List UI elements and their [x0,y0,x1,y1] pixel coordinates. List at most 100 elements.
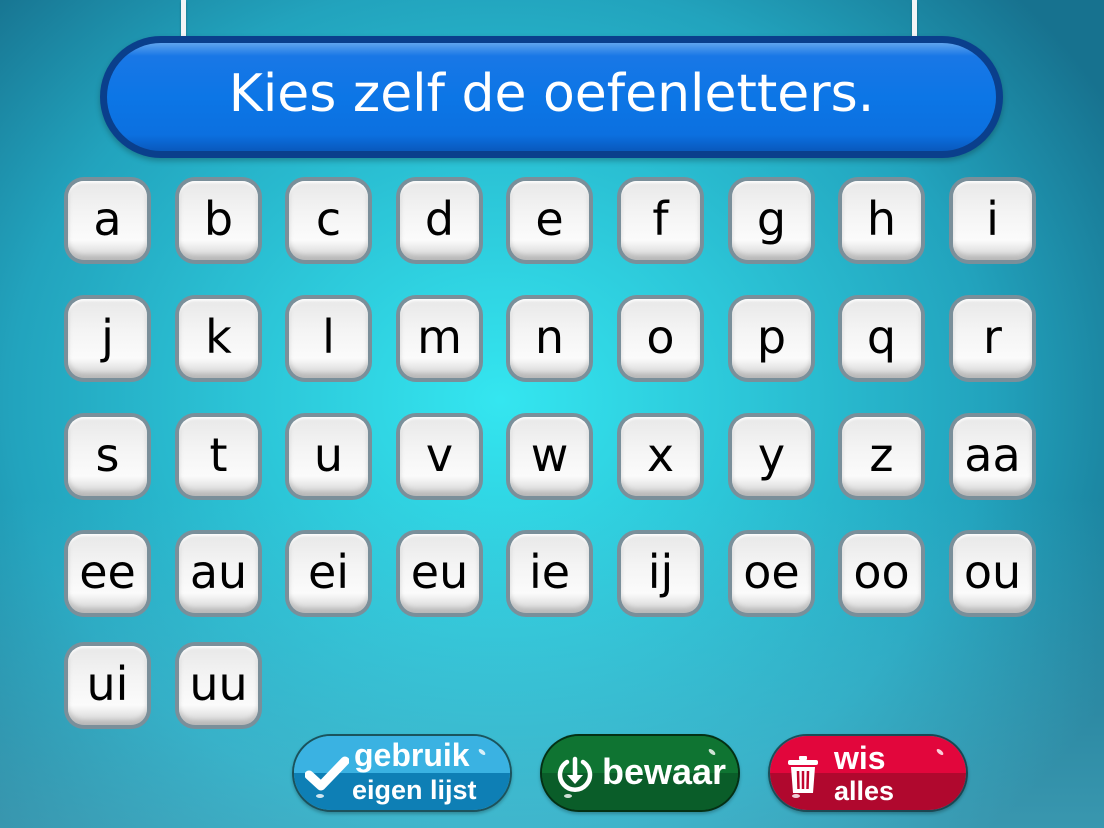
letter-tile-face: m [400,299,479,378]
letter-tile-label: ui [86,656,129,711]
clear-all-line1: wis [834,740,886,776]
letter-tile-label: g [756,191,787,246]
letter-tile-t[interactable]: t [175,413,262,500]
letter-tile-face: ee [68,534,147,613]
letter-tile-face: x [621,417,700,496]
download-circle-icon [554,753,596,795]
letter-tile-z[interactable]: z [838,413,925,500]
gloss-highlight [564,794,572,798]
letter-tile-l[interactable]: l [285,295,372,382]
letter-tile-label: n [534,309,565,364]
letter-tile-ou[interactable]: ou [949,530,1036,617]
letter-tile-ie[interactable]: ie [506,530,593,617]
letter-tile-label: ee [79,544,136,599]
letter-tile-label: ij [647,544,674,599]
letter-tile-label: uu [189,656,248,711]
letter-tile-oe[interactable]: oe [728,530,815,617]
letter-tile-label: d [424,191,455,246]
letter-tile-face: au [179,534,258,613]
letter-tile-label: ei [307,544,350,599]
letter-tile-label: au [189,544,248,599]
letter-tile-face: ei [289,534,368,613]
letter-tile-face: v [400,417,479,496]
letter-tile-ei[interactable]: ei [285,530,372,617]
use-own-list-button[interactable]: gebruik eigen lijst [292,734,512,812]
letter-tile-p[interactable]: p [728,295,815,382]
letter-tile-aa[interactable]: aa [949,413,1036,500]
letter-tile-ee[interactable]: ee [64,530,151,617]
letter-tile-label: z [869,427,894,482]
letter-tile-c[interactable]: c [285,177,372,264]
letter-tile-r[interactable]: r [949,295,1036,382]
letter-tile-label: v [425,427,454,482]
letter-tile-s[interactable]: s [64,413,151,500]
letter-tile-face: y [732,417,811,496]
letter-tile-face: s [68,417,147,496]
letter-tile-face: ou [953,534,1032,613]
letter-tile-label: ou [963,544,1022,599]
letter-tile-face: e [510,181,589,260]
letter-tile-e[interactable]: e [506,177,593,264]
letter-tile-x[interactable]: x [617,413,704,500]
use-own-list-line2: eigen lijst [352,775,477,805]
letter-tile-face: d [400,181,479,260]
letter-tile-v[interactable]: v [396,413,483,500]
letter-tile-face: oo [842,534,921,613]
letter-tile-ij[interactable]: ij [617,530,704,617]
letter-tile-face: u [289,417,368,496]
letter-tile-face: j [68,299,147,378]
letter-tile-face: h [842,181,921,260]
letter-tile-label: y [757,427,786,482]
letter-tile-face: z [842,417,921,496]
letter-tile-label: r [983,309,1002,364]
letter-tile-b[interactable]: b [175,177,262,264]
letter-tile-label: u [313,427,344,482]
save-label: bewaar [602,751,727,792]
letter-tile-label: j [101,309,114,364]
letter-tile-m[interactable]: m [396,295,483,382]
letter-tile-f[interactable]: f [617,177,704,264]
letter-tile-face: l [289,299,368,378]
letter-tile-face: c [289,181,368,260]
letter-tile-w[interactable]: w [506,413,593,500]
letter-tile-face: q [842,299,921,378]
letter-tile-face: a [68,181,147,260]
letter-tile-face: oe [732,534,811,613]
letter-tile-g[interactable]: g [728,177,815,264]
gloss-highlight [792,794,800,798]
letter-tile-label: w [530,427,569,482]
letter-tile-y[interactable]: y [728,413,815,500]
letter-tile-j[interactable]: j [64,295,151,382]
save-button[interactable]: bewaar [540,734,740,812]
letter-tile-label: h [866,191,897,246]
letter-tile-d[interactable]: d [396,177,483,264]
letter-tile-face: uu [179,646,258,725]
clear-all-button[interactable]: wis alles [768,734,968,812]
letter-tile-au[interactable]: au [175,530,262,617]
letter-tile-label: o [646,309,675,364]
letter-tile-label: eu [410,544,469,599]
title-banner-inner: Kies zelf de oefenletters. [107,43,996,151]
letter-tile-face: p [732,299,811,378]
letter-tile-h[interactable]: h [838,177,925,264]
checkmark-icon [304,750,350,796]
letter-tile-oo[interactable]: oo [838,530,925,617]
letter-tile-ui[interactable]: ui [64,642,151,729]
letter-tile-face: i [953,181,1032,260]
letter-tile-a[interactable]: a [64,177,151,264]
letter-tile-q[interactable]: q [838,295,925,382]
letter-tile-i[interactable]: i [949,177,1036,264]
letter-tile-label: e [535,191,564,246]
letter-tile-n[interactable]: n [506,295,593,382]
letter-tile-uu[interactable]: uu [175,642,262,729]
letter-tile-k[interactable]: k [175,295,262,382]
letter-tile-o[interactable]: o [617,295,704,382]
letter-tile-face: g [732,181,811,260]
clear-all-line2: alles [834,776,895,806]
letter-tile-eu[interactable]: eu [396,530,483,617]
letter-tile-label: q [866,309,897,364]
letter-tile-face: b [179,181,258,260]
letter-tile-u[interactable]: u [285,413,372,500]
letter-tile-face: ij [621,534,700,613]
letter-tile-face: k [179,299,258,378]
